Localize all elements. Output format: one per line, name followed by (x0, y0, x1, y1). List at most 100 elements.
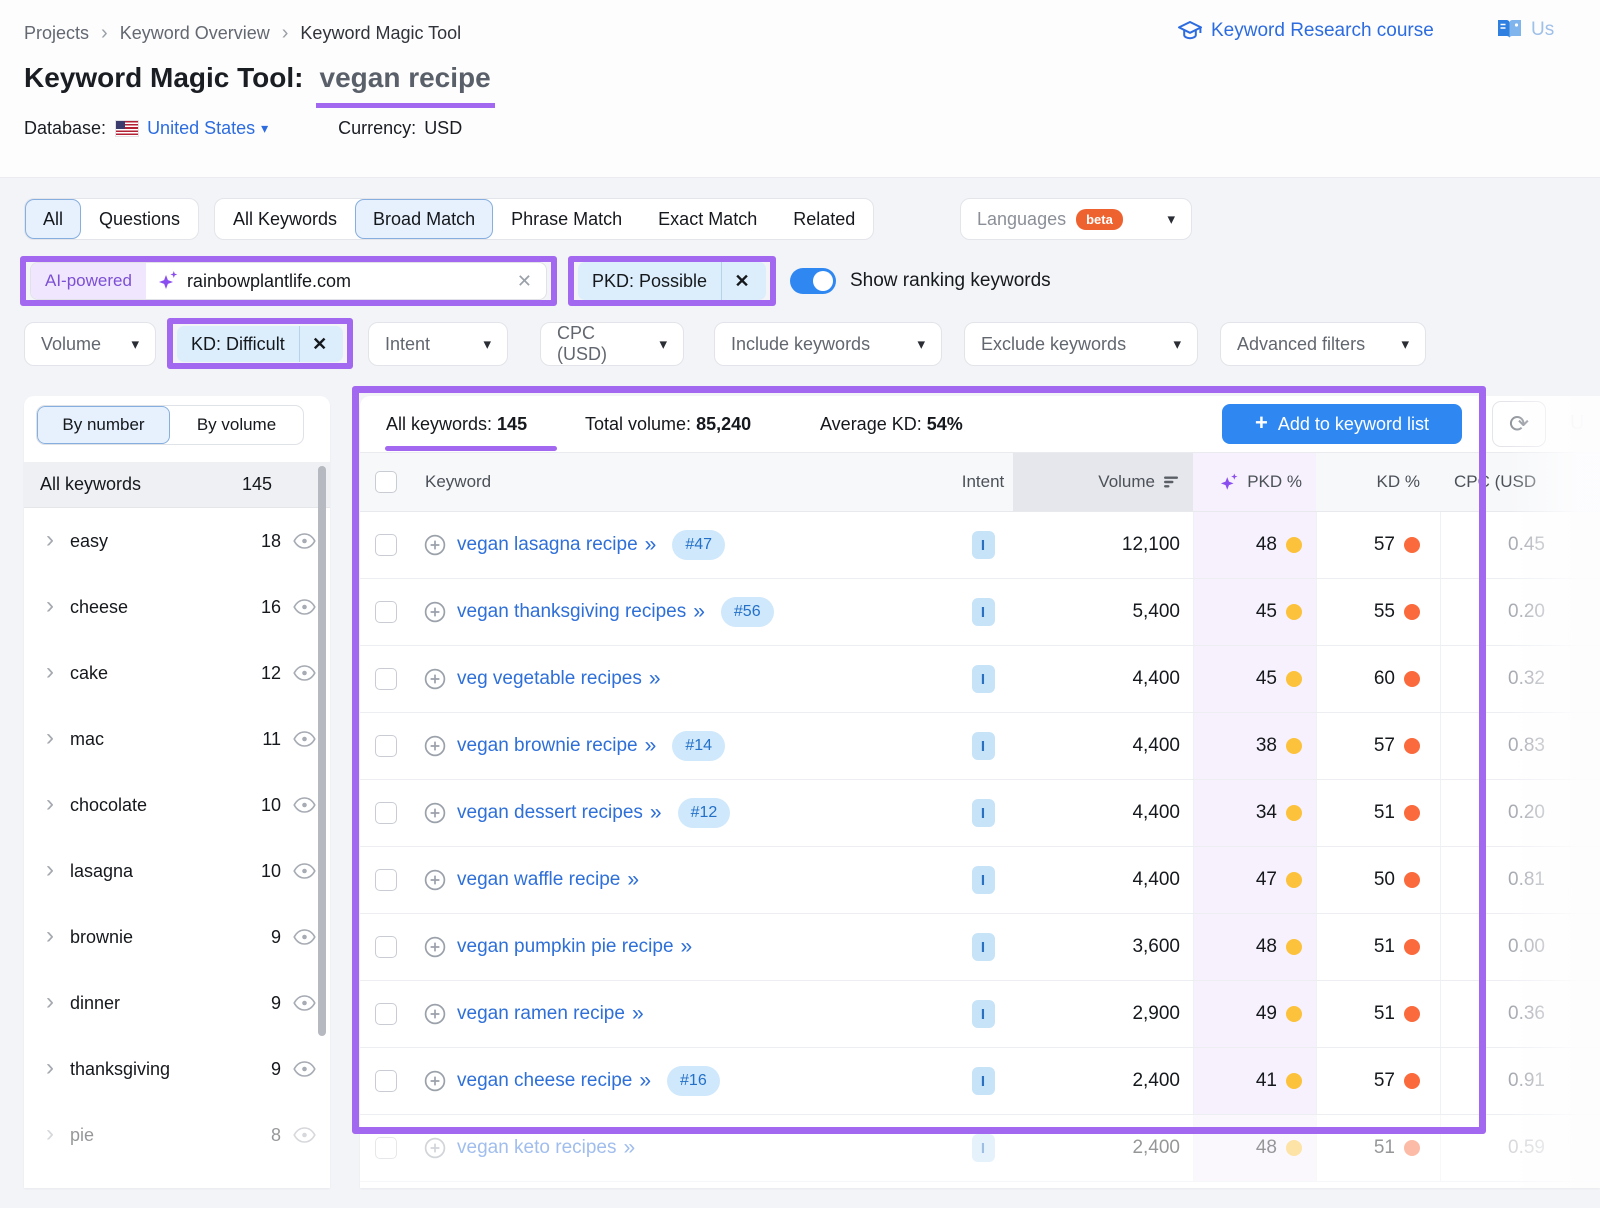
row-checkbox[interactable] (375, 668, 397, 690)
tab-all-keywords[interactable]: All Keywords (215, 199, 355, 239)
keyword-link[interactable]: veg vegetable recipes (457, 668, 642, 690)
tab-questions[interactable]: Questions (81, 199, 198, 239)
expand-keyword-icon[interactable]: » (645, 734, 657, 758)
expand-keyword-icon[interactable]: » (639, 1069, 651, 1093)
row-checkbox[interactable] (375, 936, 397, 958)
keyword-link[interactable]: vegan waffle recipe (457, 869, 620, 891)
keyword-group-item[interactable]: › thanksgiving 9 (24, 1036, 330, 1102)
tab-phrase-match[interactable]: Phrase Match (493, 199, 640, 239)
keyword-link[interactable]: vegan brownie recipe (457, 735, 638, 757)
chevron-right-icon[interactable]: › (46, 660, 54, 684)
sidebar-scrollbar[interactable] (318, 466, 326, 1036)
eye-icon[interactable] (293, 929, 316, 945)
row-checkbox[interactable] (375, 802, 397, 824)
column-header-volume[interactable]: Volume (1013, 453, 1193, 511)
database-value[interactable]: United States (147, 118, 255, 139)
add-keyword-icon[interactable] (424, 802, 446, 824)
keyword-link[interactable]: vegan cheese recipe (457, 1070, 632, 1092)
expand-keyword-icon[interactable]: » (645, 533, 657, 557)
user-manual-link[interactable]: Us (1496, 18, 1554, 41)
keyword-group-item[interactable]: › pie 8 (24, 1102, 330, 1168)
tab-exact-match[interactable]: Exact Match (640, 199, 775, 239)
add-keyword-icon[interactable] (424, 1137, 446, 1159)
keyword-link[interactable]: vegan pumpkin pie recipe (457, 936, 674, 958)
chevron-right-icon[interactable]: › (46, 1122, 54, 1146)
tab-by-volume[interactable]: By volume (170, 406, 303, 444)
chevron-right-icon[interactable]: › (46, 990, 54, 1014)
column-header-keyword[interactable]: Keyword (412, 453, 953, 511)
eye-icon[interactable] (293, 1127, 316, 1143)
chevron-down-icon[interactable]: ▾ (261, 120, 268, 137)
column-header-cpc[interactable]: CPC (USD (1440, 453, 1600, 511)
column-header-kd[interactable]: KD % (1316, 453, 1440, 511)
clear-domain-icon[interactable]: ✕ (503, 271, 546, 292)
keyword-group-item[interactable]: › cheese 16 (24, 574, 330, 640)
domain-input[interactable] (187, 271, 503, 292)
row-checkbox[interactable] (375, 534, 397, 556)
expand-keyword-icon[interactable]: » (624, 1136, 636, 1160)
eye-icon[interactable] (293, 533, 316, 549)
keyword-group-item[interactable]: › brownie 9 (24, 904, 330, 970)
eye-icon[interactable] (293, 665, 316, 681)
breadcrumb-projects[interactable]: Projects (24, 23, 89, 44)
keyword-group-item[interactable]: › lasagna 10 (24, 838, 330, 904)
languages-dropdown[interactable]: Languages beta ▾ (960, 198, 1192, 240)
add-keyword-icon[interactable] (424, 534, 446, 556)
show-ranking-keywords-toggle[interactable] (790, 268, 836, 294)
column-header-pkd[interactable]: PKD % (1193, 453, 1316, 511)
expand-keyword-icon[interactable]: » (627, 868, 639, 892)
expand-keyword-icon[interactable]: » (693, 600, 705, 624)
keyword-group-item[interactable]: › cake 12 (24, 640, 330, 706)
row-checkbox[interactable] (375, 1070, 397, 1092)
chevron-right-icon[interactable]: › (46, 528, 54, 552)
keyword-link[interactable]: vegan thanksgiving recipes (457, 601, 686, 623)
add-keyword-icon[interactable] (424, 601, 446, 623)
chevron-right-icon[interactable]: › (46, 924, 54, 948)
keyword-group-item[interactable]: › mac 11 (24, 706, 330, 772)
add-keyword-icon[interactable] (424, 1003, 446, 1025)
chevron-right-icon[interactable]: › (46, 1056, 54, 1080)
add-keyword-icon[interactable] (424, 1070, 446, 1092)
keyword-link[interactable]: vegan dessert recipes (457, 802, 643, 824)
keyword-link[interactable]: vegan ramen recipe (457, 1003, 625, 1025)
add-to-keyword-list-button[interactable]: + Add to keyword list (1222, 404, 1462, 444)
eye-icon[interactable] (293, 599, 316, 615)
eye-icon[interactable] (293, 731, 316, 747)
tab-broad-match[interactable]: Broad Match (355, 199, 493, 239)
expand-keyword-icon[interactable]: » (681, 935, 693, 959)
tab-all[interactable]: All (25, 199, 81, 239)
add-keyword-icon[interactable] (424, 869, 446, 891)
row-checkbox[interactable] (375, 1003, 397, 1025)
column-header-intent[interactable]: Intent (953, 453, 1013, 511)
expand-keyword-icon[interactable]: » (650, 801, 662, 825)
select-all-checkbox[interactable] (375, 471, 397, 493)
row-checkbox[interactable] (375, 735, 397, 757)
eye-icon[interactable] (293, 863, 316, 879)
advanced-filters-dropdown[interactable]: Advanced filters ▾ (1220, 322, 1426, 366)
eye-icon[interactable] (293, 1061, 316, 1077)
cpc-filter-dropdown[interactable]: CPC (USD) ▾ (540, 322, 684, 366)
keyword-research-course-link[interactable]: Keyword Research course (1178, 20, 1434, 42)
breadcrumb-keyword-overview[interactable]: Keyword Overview (120, 23, 270, 44)
row-checkbox[interactable] (375, 1137, 397, 1159)
remove-pkd-filter-icon[interactable]: ✕ (722, 271, 762, 292)
keyword-group-item[interactable]: › easy 18 (24, 508, 330, 574)
remove-kd-filter-icon[interactable]: ✕ (300, 334, 340, 355)
chevron-right-icon[interactable]: › (46, 594, 54, 618)
keyword-link[interactable]: vegan keto recipes (457, 1137, 617, 1159)
tab-related[interactable]: Related (775, 199, 873, 239)
intent-filter-dropdown[interactable]: Intent ▾ (368, 322, 508, 366)
add-keyword-icon[interactable] (424, 936, 446, 958)
row-checkbox[interactable] (375, 601, 397, 623)
exclude-keywords-dropdown[interactable]: Exclude keywords ▾ (964, 322, 1198, 366)
keyword-group-item[interactable]: › chocolate 10 (24, 772, 330, 838)
chevron-right-icon[interactable]: › (46, 858, 54, 882)
keyword-group-item[interactable]: › dinner 9 (24, 970, 330, 1036)
volume-filter-dropdown[interactable]: Volume ▾ (24, 322, 156, 366)
add-keyword-icon[interactable] (424, 735, 446, 757)
update-metrics-button[interactable]: ⟳ (1492, 401, 1546, 447)
chevron-right-icon[interactable]: › (46, 726, 54, 750)
eye-icon[interactable] (293, 995, 316, 1011)
eye-icon[interactable] (293, 797, 316, 813)
add-keyword-icon[interactable] (424, 668, 446, 690)
